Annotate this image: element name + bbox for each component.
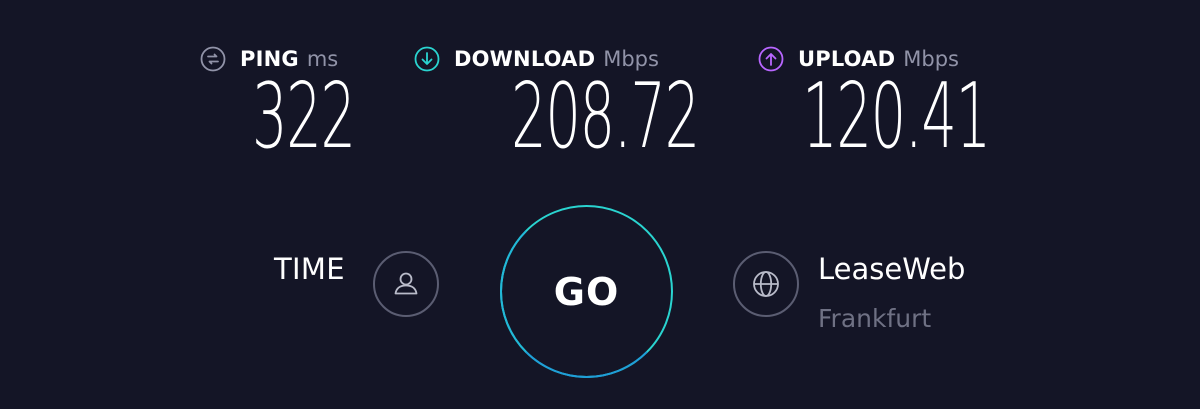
ping-value: 322 — [252, 64, 356, 169]
server-name[interactable]: LeaseWeb — [818, 252, 965, 286]
download-metric: DOWNLOAD Mbps 208.72 — [414, 42, 700, 172]
provider-name: TIME — [274, 252, 345, 286]
server-location: Frankfurt — [818, 304, 932, 333]
upload-metric: UPLOAD Mbps 120.41 — [758, 42, 991, 172]
go-button[interactable]: GO — [500, 205, 673, 378]
download-arrow-icon — [414, 46, 440, 72]
upload-arrow-icon — [758, 46, 784, 72]
ping-icon — [200, 46, 226, 72]
ping-metric: PING ms 322 — [200, 42, 356, 172]
user-icon — [394, 272, 418, 295]
go-label: GO — [553, 269, 620, 314]
provider-user-button[interactable] — [373, 251, 439, 317]
server-globe-button[interactable] — [733, 251, 799, 317]
upload-value: 120.41 — [802, 64, 991, 169]
download-value: 208.72 — [511, 64, 700, 169]
globe-icon — [753, 271, 779, 297]
